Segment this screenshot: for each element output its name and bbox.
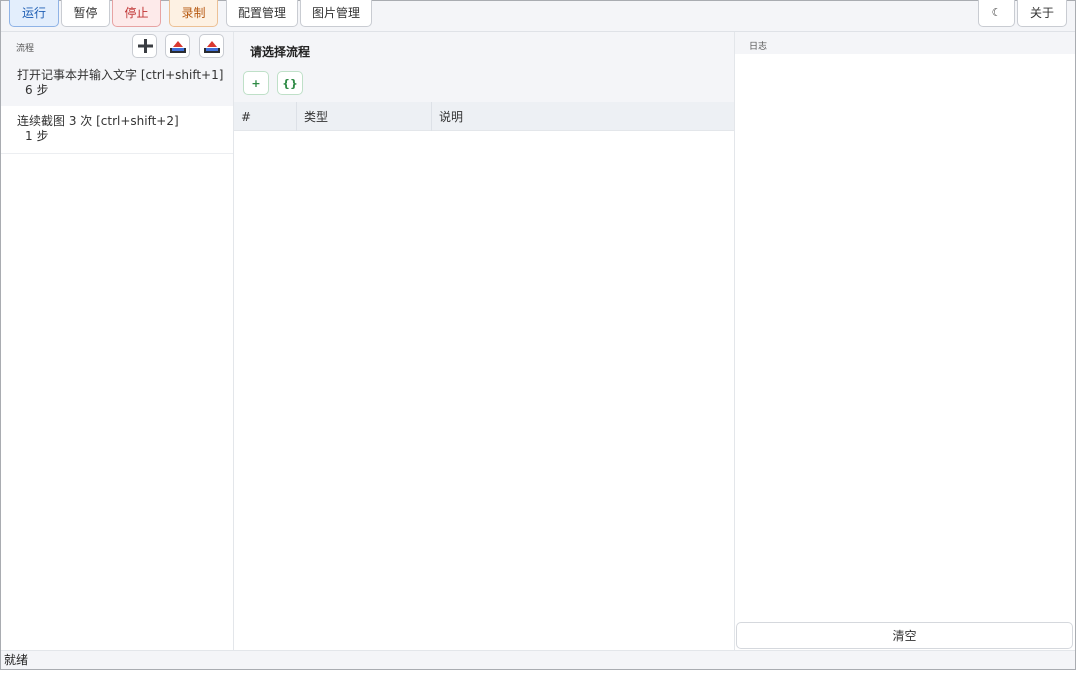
- flow-list-item[interactable]: 打开记事本并输入文字 [ctrl+shift+1] 6 步: [1, 60, 233, 108]
- config-manager-button[interactable]: 配置管理: [226, 0, 298, 27]
- editor-title: 请选择流程: [250, 45, 311, 59]
- steps-table-header: # 类型 说明: [234, 102, 734, 131]
- log-output[interactable]: [735, 54, 1075, 620]
- log-header-label: 日志: [749, 42, 768, 52]
- flows-header-label: 流程: [16, 44, 35, 54]
- upload-tray-icon: [203, 41, 220, 53]
- clear-log-button[interactable]: 清空: [736, 622, 1073, 649]
- edit-json-button[interactable]: {}: [277, 71, 303, 95]
- flow-list-item[interactable]: 连续截图 3 次 [ctrl+shift+2] 1 步: [1, 106, 233, 154]
- status-bar: 就绪: [1, 650, 1075, 669]
- theme-toggle-button[interactable]: ☾: [978, 0, 1015, 27]
- flow-editor-panel: 请选择流程 + {} # 类型 说明: [234, 32, 735, 650]
- log-panel: 日志 清空: [735, 32, 1075, 650]
- app-window: 运行 暂停 停止 录制 配置管理 图片管理 ☾ 关于 流程 打开记事本并输入文字…: [0, 0, 1076, 670]
- about-button[interactable]: 关于: [1017, 0, 1067, 27]
- toolbar: 运行 暂停 停止 录制 配置管理 图片管理 ☾ 关于: [1, 0, 1075, 32]
- plus-icon: [137, 39, 153, 53]
- column-header-index[interactable]: #: [234, 102, 297, 131]
- upload-tray-icon: [169, 41, 186, 53]
- flows-panel: 流程 打开记事本并输入文字 [ctrl+shift+1] 6 步 连续截图 3 …: [1, 32, 234, 650]
- image-manager-button[interactable]: 图片管理: [300, 0, 372, 27]
- column-header-type[interactable]: 类型: [297, 102, 432, 131]
- add-step-button[interactable]: +: [243, 71, 269, 95]
- flow-step-count: 1 步: [25, 129, 49, 143]
- status-text: 就绪: [4, 653, 29, 667]
- steps-table-body: [234, 131, 734, 650]
- export-flow-button[interactable]: [199, 34, 224, 58]
- flow-step-count: 6 步: [25, 83, 49, 97]
- import-flow-button[interactable]: [165, 34, 190, 58]
- flows-header: 流程: [1, 32, 233, 60]
- column-header-description[interactable]: 说明: [432, 102, 734, 131]
- pause-button[interactable]: 暂停: [61, 0, 110, 27]
- run-button[interactable]: 运行: [9, 0, 59, 27]
- stop-button[interactable]: 停止: [112, 0, 161, 27]
- log-header: 日志: [735, 32, 1075, 54]
- new-flow-button[interactable]: [132, 34, 157, 58]
- record-button[interactable]: 录制: [169, 0, 218, 27]
- editor-header: 请选择流程 + {}: [234, 32, 734, 102]
